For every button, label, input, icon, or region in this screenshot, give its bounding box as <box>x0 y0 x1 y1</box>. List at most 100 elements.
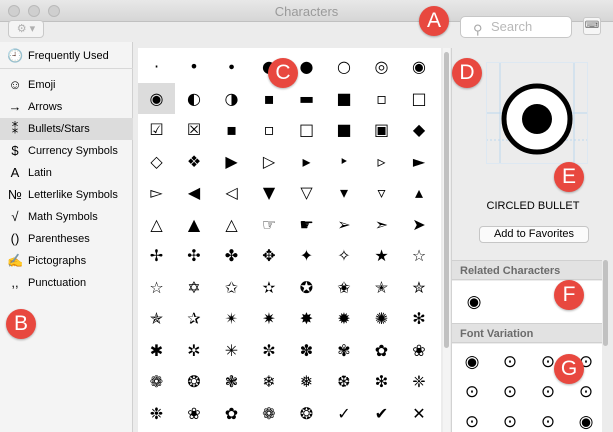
character-cell[interactable]: ★ <box>363 240 400 271</box>
character-cell[interactable]: △ <box>138 209 175 240</box>
character-cell[interactable]: ☒ <box>176 114 213 145</box>
character-cell[interactable]: ✭ <box>363 272 400 303</box>
character-cell[interactable]: ✷ <box>251 303 288 334</box>
character-cell[interactable]: ✺ <box>363 303 400 334</box>
character-cell[interactable]: ◎ <box>363 51 400 82</box>
character-cell[interactable]: ✤ <box>213 240 250 271</box>
character-cell[interactable]: ❅ <box>288 366 325 397</box>
font-variation-cell[interactable]: ◉ <box>568 407 604 432</box>
character-cell[interactable]: ❃ <box>213 366 250 397</box>
character-cell[interactable]: ‣ <box>326 146 363 177</box>
character-cell[interactable]: ❆ <box>326 366 363 397</box>
sidebar-item-bullets-stars[interactable]: ⁑ Bullets/Stars <box>0 118 133 140</box>
gear-menu-button[interactable]: ⚙ ▾ <box>8 20 44 38</box>
character-cell[interactable]: ▾ <box>326 177 363 208</box>
sidebar-item-letterlike-symbols[interactable]: № Letterlike Symbols <box>0 184 133 206</box>
character-cell[interactable]: ☞ <box>251 209 288 240</box>
character-cell[interactable]: ✰ <box>176 303 213 334</box>
character-cell[interactable]: ✕ <box>401 398 438 429</box>
sidebar-item-emoji[interactable]: ☺ Emoji <box>0 74 133 96</box>
character-cell[interactable]: □ <box>288 114 325 145</box>
font-variation-cell[interactable]: ⊙ <box>492 377 528 407</box>
character-cell[interactable]: ✸ <box>288 303 325 334</box>
character-cell[interactable]: ◉ <box>138 82 175 114</box>
grid-scrollbar-thumb[interactable] <box>444 52 449 348</box>
character-cell[interactable]: ▸ <box>288 146 325 177</box>
character-cell[interactable]: ◀ <box>176 177 213 208</box>
sidebar-item-frequently-used[interactable]: 🕘 Frequently Used <box>0 45 133 67</box>
character-cell[interactable]: ❈ <box>401 366 438 397</box>
character-cell[interactable]: ❄ <box>251 366 288 397</box>
detail-scrollbar[interactable] <box>602 258 609 432</box>
character-cell[interactable]: · <box>138 51 175 82</box>
sidebar-item-parentheses[interactable]: () Parentheses <box>0 228 133 250</box>
character-cell[interactable]: ◐ <box>176 83 213 114</box>
character-cell[interactable]: ■ <box>326 114 363 145</box>
character-cell[interactable]: ✳ <box>213 335 250 366</box>
character-cell[interactable]: ✼ <box>251 335 288 366</box>
character-cell[interactable]: ▻ <box>138 177 175 208</box>
font-variation-cell[interactable]: ⊙ <box>492 407 528 432</box>
character-cell[interactable]: ✻ <box>401 303 438 334</box>
character-cell[interactable]: △ <box>213 209 250 240</box>
character-cell[interactable]: ∙ <box>213 51 250 82</box>
character-cell[interactable]: ▷ <box>251 146 288 177</box>
character-cell[interactable]: ❇ <box>363 366 400 397</box>
character-cell[interactable]: ▣ <box>363 114 400 145</box>
character-cell[interactable]: ❀ <box>176 398 213 429</box>
character-cell[interactable]: ○ <box>326 51 363 82</box>
character-cell[interactable]: ✮ <box>401 272 438 303</box>
character-cell[interactable]: ▫ <box>363 83 400 114</box>
character-cell[interactable]: ☑ <box>138 114 175 145</box>
character-cell[interactable]: ✲ <box>176 335 213 366</box>
character-cell[interactable]: ◁ <box>213 177 250 208</box>
character-cell[interactable]: ✣ <box>176 240 213 271</box>
font-variation-cell[interactable]: ⊙ <box>454 377 490 407</box>
keyboard-viewer-button[interactable]: ⌨ <box>583 17 601 35</box>
character-cell[interactable]: ☛ <box>288 209 325 240</box>
character-cell[interactable]: ✫ <box>251 272 288 303</box>
character-cell[interactable]: ▽ <box>288 177 325 208</box>
character-cell[interactable]: ✡ <box>176 272 213 303</box>
character-cell[interactable]: ❂ <box>176 366 213 397</box>
character-cell[interactable]: ▲ <box>176 209 213 240</box>
sidebar-item-math-symbols[interactable]: √ Math Symbols <box>0 206 133 228</box>
character-cell[interactable]: ✪ <box>288 272 325 303</box>
character-cell[interactable]: ✴ <box>213 303 250 334</box>
font-variation-cell[interactable]: ⊙ <box>454 407 490 432</box>
character-cell[interactable]: ▹ <box>363 146 400 177</box>
font-variation-cell[interactable]: ⊙ <box>530 407 566 432</box>
character-cell[interactable]: ✧ <box>326 240 363 271</box>
sidebar-item-arrows[interactable]: → Arrows <box>0 96 133 118</box>
character-cell[interactable]: ◑ <box>213 83 250 114</box>
character-cell[interactable]: ◉ <box>401 51 438 82</box>
character-cell[interactable]: ☆ <box>138 272 175 303</box>
character-cell[interactable]: ✦ <box>288 240 325 271</box>
sidebar-item-latin[interactable]: A Latin <box>0 162 133 184</box>
character-cell[interactable]: • <box>176 51 213 82</box>
character-cell[interactable]: ✩ <box>213 272 250 303</box>
font-variation-cell[interactable]: ◉ <box>454 347 490 377</box>
character-cell[interactable]: ❁ <box>251 398 288 429</box>
sidebar-item-punctuation[interactable]: ,, Punctuation <box>0 272 133 294</box>
character-cell[interactable]: ➤ <box>401 209 438 240</box>
search-input[interactable]: ⚲ Search <box>460 16 572 38</box>
character-cell[interactable]: ▴ <box>401 177 438 208</box>
character-cell[interactable]: ▼ <box>251 177 288 208</box>
character-cell[interactable]: ➣ <box>363 209 400 240</box>
character-cell[interactable]: ▬ <box>288 83 325 114</box>
character-cell[interactable]: ✯ <box>138 303 175 334</box>
character-cell[interactable]: ✾ <box>326 335 363 366</box>
character-cell[interactable]: ► <box>401 146 438 177</box>
character-cell[interactable]: ■ <box>326 83 363 114</box>
related-character-cell[interactable]: ◉ <box>456 287 492 317</box>
character-cell[interactable]: ✱ <box>138 335 175 366</box>
character-cell[interactable]: ▫ <box>251 114 288 145</box>
add-to-favorites-button[interactable]: Add to Favorites <box>479 226 589 243</box>
character-cell[interactable]: ✿ <box>213 398 250 429</box>
character-cell[interactable]: ✽ <box>288 335 325 366</box>
sidebar-item-pictographs[interactable]: ✍ Pictographs <box>0 250 133 272</box>
grid-scrollbar[interactable] <box>443 48 450 432</box>
character-cell[interactable]: ◆ <box>401 114 438 145</box>
sidebar-item-currency-symbols[interactable]: $ Currency Symbols <box>0 140 133 162</box>
